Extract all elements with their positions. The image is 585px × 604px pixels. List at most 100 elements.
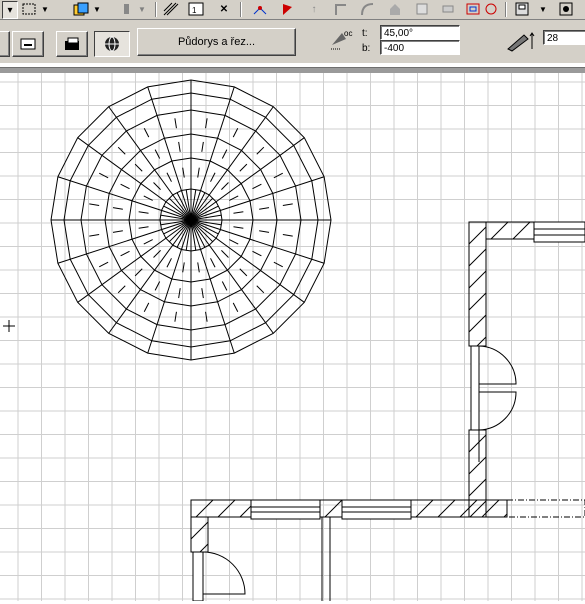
wall-hatch	[324, 499, 343, 518]
window-icon[interactable]	[481, 1, 501, 17]
save-icon[interactable]	[512, 1, 532, 17]
wall-hatch	[190, 521, 209, 540]
toolbar-left-button[interactable]	[0, 31, 10, 57]
eraser-icon[interactable]	[438, 1, 458, 17]
stair-tick	[229, 239, 239, 245]
door-icon[interactable]	[412, 1, 432, 17]
save-dropdown-arrow-icon[interactable]: ▼	[538, 1, 548, 17]
door-swing-upper	[478, 345, 517, 385]
magic-icon[interactable]	[277, 1, 297, 17]
stair-tick	[210, 172, 216, 182]
stair-radial-line	[190, 137, 305, 221]
color-dropdown-arrow-icon[interactable]: ▼	[92, 1, 102, 17]
toolbar-separator	[505, 2, 507, 17]
arc-icon[interactable]	[357, 1, 377, 17]
drawing-canvas[interactable]	[0, 73, 585, 602]
wall-hatch	[468, 434, 487, 453]
fill-arrow-icon[interactable]: ▾	[2, 1, 18, 19]
stair-tick	[153, 182, 161, 190]
wall-right-upper	[468, 221, 487, 347]
stair-tick	[210, 258, 216, 268]
stair-radial-line	[57, 219, 192, 264]
window-top-right	[533, 221, 585, 243]
stair-tick	[153, 250, 161, 258]
stair-tick	[256, 146, 265, 155]
stair-tick	[259, 230, 270, 233]
wall-hatch	[217, 499, 236, 518]
stair-tick	[98, 261, 109, 268]
door-frame-left	[192, 551, 204, 602]
stair-tick	[221, 281, 228, 291]
t-label: t:	[362, 28, 368, 39]
wall-hatch	[239, 505, 252, 518]
stair-radial-line	[147, 86, 192, 221]
pen-icon[interactable]	[116, 1, 136, 17]
color-box-icon[interactable]	[71, 1, 91, 17]
pattern-icon[interactable]	[19, 1, 39, 17]
stair-tick	[117, 146, 126, 155]
stair-radial-line	[108, 219, 192, 334]
stair-tick	[138, 226, 149, 229]
info-box-toolbar: Půdorys a řez... oc t: 45,00° b: -400 28	[0, 20, 585, 62]
door-frame	[470, 345, 480, 431]
stair-tick	[221, 182, 229, 190]
camera-button[interactable]	[56, 31, 88, 57]
stair-tick	[166, 172, 172, 182]
wall-hatch	[468, 314, 487, 333]
globe-button[interactable]	[94, 31, 130, 57]
wall-hatch	[468, 292, 487, 311]
stair-tick	[252, 183, 262, 190]
stair-tick	[174, 118, 177, 129]
stair-radial-line	[57, 176, 192, 221]
stair-tick	[197, 262, 200, 273]
stair-radial-line	[190, 106, 274, 221]
layer-icon	[20, 38, 36, 50]
stair-radial-line	[77, 219, 192, 303]
layer-button[interactable]	[12, 31, 44, 57]
close-x-icon[interactable]: ✕	[214, 1, 234, 17]
t-angle-field[interactable]: 45,00°	[380, 25, 460, 40]
stair-tick	[120, 250, 130, 257]
stair-tick	[233, 226, 244, 229]
frame-icon[interactable]	[463, 1, 483, 17]
stair-tick	[112, 207, 123, 210]
wall-hatch	[468, 226, 487, 245]
globe-icon	[105, 36, 119, 52]
floor-plan-section-button[interactable]: Půdorys a řez...	[137, 28, 296, 56]
stair-tick	[143, 127, 150, 138]
house-icon[interactable]	[385, 1, 405, 17]
arrow-up-icon[interactable]: ↑	[304, 1, 324, 17]
b-offset-field[interactable]: -400	[380, 40, 460, 55]
pattern-dropdown-arrow-icon[interactable]: ▼	[40, 1, 50, 17]
stair-tick	[120, 183, 130, 190]
flag-icon[interactable]	[250, 1, 270, 17]
stair-tick	[138, 211, 149, 214]
stair-tick	[239, 163, 248, 172]
svg-text:oc: oc	[344, 29, 352, 38]
wall-hatch	[469, 500, 487, 518]
pencil-height-icon	[503, 28, 539, 54]
grid	[0, 73, 585, 601]
angle-icon: oc	[328, 26, 356, 56]
stair-radial-line	[108, 106, 192, 221]
wall-hatch	[468, 270, 487, 289]
stair-tick	[117, 285, 126, 294]
stair-tick	[232, 127, 239, 138]
stair-radial-line	[190, 176, 325, 221]
height-field[interactable]: 28	[543, 30, 585, 45]
wall-hatch	[195, 499, 214, 518]
options-icon[interactable]	[556, 1, 576, 17]
pen-dropdown-arrow-icon[interactable]: ▼	[137, 1, 147, 17]
window-bottom-2	[341, 499, 412, 520]
corner-icon[interactable]	[330, 1, 350, 17]
stair-tick	[89, 234, 100, 237]
layout-icon[interactable]: 1	[186, 1, 206, 17]
hatch-icon[interactable]	[161, 1, 181, 17]
stair-radial-line	[190, 219, 274, 334]
stair-tick	[143, 302, 150, 313]
wall-bottom-right	[410, 499, 508, 518]
wall-hatch	[512, 221, 531, 240]
svg-text:1: 1	[192, 6, 197, 15]
b-label: b:	[362, 43, 371, 54]
stair-tick	[178, 141, 181, 152]
